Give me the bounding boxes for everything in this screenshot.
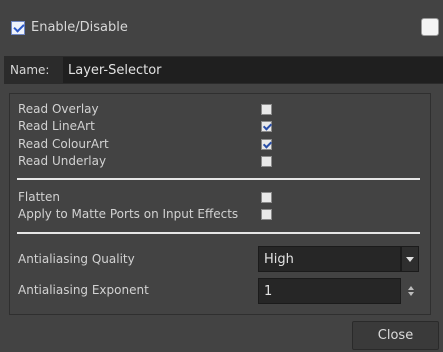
- apply-matte-label: Apply to Matte Ports on Input Effects: [18, 207, 239, 221]
- exponent-spinner[interactable]: [405, 282, 417, 300]
- antialiasing-exponent-field[interactable]: 1: [258, 278, 401, 304]
- read-colourart-label: Read ColourArt: [18, 137, 109, 151]
- close-button-label: Close: [377, 328, 414, 343]
- read-colourart-checkbox[interactable]: [261, 139, 272, 150]
- enable-disable-label: Enable/Disable: [31, 20, 128, 35]
- antialiasing-quality-label: Antialiasing Quality: [18, 252, 135, 266]
- antialiasing-exponent-label: Antialiasing Exponent: [18, 283, 149, 297]
- flatten-label: Flatten: [18, 190, 60, 204]
- enable-toggle-checkbox[interactable]: [421, 18, 439, 36]
- read-lineart-label: Read LineArt: [18, 119, 95, 133]
- enable-disable-checkbox[interactable]: [11, 21, 25, 35]
- read-lineart-checkbox[interactable]: [261, 121, 272, 132]
- apply-matte-checkbox[interactable]: [261, 209, 272, 220]
- close-button[interactable]: Close: [352, 321, 439, 350]
- dropdown-button[interactable]: [401, 246, 419, 272]
- read-underlay-checkbox[interactable]: [261, 156, 272, 167]
- antialiasing-quality-select[interactable]: High: [258, 246, 401, 272]
- read-overlay-checkbox[interactable]: [261, 104, 272, 115]
- read-overlay-label: Read Overlay: [18, 102, 99, 116]
- spinner-arrows-icon: [408, 286, 414, 296]
- name-label: Name:: [10, 63, 50, 77]
- name-field[interactable]: Layer-Selector: [63, 57, 443, 83]
- antialiasing-exponent-value: 1: [264, 283, 273, 299]
- flatten-checkbox[interactable]: [261, 192, 272, 203]
- separator: [17, 232, 420, 234]
- antialiasing-quality-value: High: [264, 251, 294, 267]
- separator: [17, 178, 420, 180]
- read-underlay-label: Read Underlay: [18, 154, 107, 168]
- chevron-down-icon: [406, 257, 414, 262]
- name-field-value: Layer-Selector: [68, 62, 162, 78]
